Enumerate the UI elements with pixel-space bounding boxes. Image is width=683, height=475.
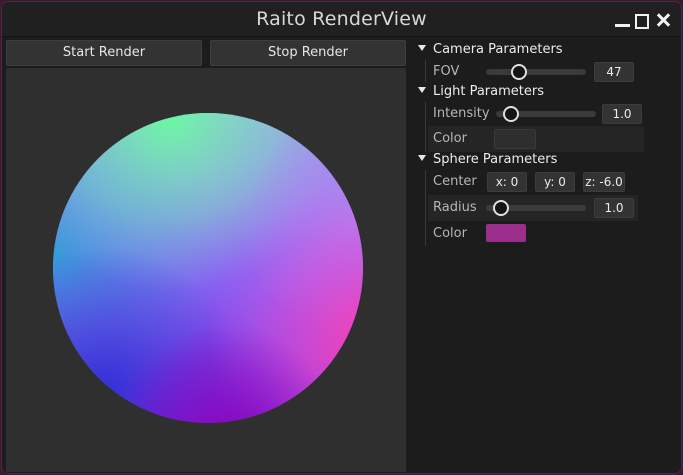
section-guide bbox=[425, 170, 426, 246]
radius-slider-knob[interactable] bbox=[493, 200, 509, 216]
sphere-color-swatch[interactable] bbox=[486, 224, 526, 242]
fov-label: FOV bbox=[433, 64, 460, 79]
collapse-triangle-icon bbox=[418, 155, 426, 161]
title-bar: Raito RenderView bbox=[2, 2, 681, 37]
sphere-color-label: Color bbox=[433, 226, 467, 241]
camera-parameters-header[interactable]: Camera Parameters bbox=[418, 41, 563, 59]
window-title: Raito RenderView bbox=[256, 8, 427, 30]
center-label: Center bbox=[433, 174, 477, 189]
fov-slider-knob[interactable] bbox=[511, 64, 527, 80]
rendered-sphere bbox=[53, 113, 363, 423]
section-guide bbox=[425, 60, 426, 82]
radius-label: Radius bbox=[433, 200, 477, 215]
radius-value-field[interactable]: 1.0 bbox=[594, 198, 634, 218]
section-guide bbox=[425, 102, 426, 152]
intensity-slider-knob[interactable] bbox=[503, 106, 519, 122]
collapse-triangle-icon bbox=[418, 45, 426, 51]
start-render-button[interactable]: Start Render bbox=[6, 40, 202, 66]
center-z-field[interactable]: z: -6.0 bbox=[583, 172, 625, 192]
minimize-icon[interactable] bbox=[615, 12, 631, 28]
sphere-parameters-header[interactable]: Sphere Parameters bbox=[418, 151, 557, 169]
center-y-field[interactable]: y: 0 bbox=[535, 172, 575, 192]
radius-slider[interactable] bbox=[486, 200, 586, 216]
light-color-swatch[interactable] bbox=[494, 129, 536, 149]
collapse-triangle-icon bbox=[418, 87, 426, 93]
render-viewport[interactable] bbox=[6, 68, 406, 472]
stop-render-button[interactable]: Stop Render bbox=[210, 40, 406, 66]
fov-slider[interactable] bbox=[486, 64, 586, 80]
close-icon[interactable] bbox=[655, 12, 671, 28]
center-x-field[interactable]: x: 0 bbox=[487, 172, 527, 192]
intensity-label: Intensity bbox=[433, 106, 490, 121]
fov-value-field[interactable]: 47 bbox=[594, 62, 634, 82]
parameters-panel: Camera Parameters FOV 47 Light Parameter… bbox=[412, 38, 672, 468]
maximize-icon[interactable] bbox=[634, 12, 650, 29]
light-parameters-header[interactable]: Light Parameters bbox=[418, 83, 544, 101]
intensity-value-field[interactable]: 1.0 bbox=[602, 104, 642, 124]
app-window: Raito RenderView Start Render Stop Rende… bbox=[2, 2, 681, 473]
light-color-label: Color bbox=[433, 131, 467, 146]
intensity-slider[interactable] bbox=[496, 106, 596, 122]
